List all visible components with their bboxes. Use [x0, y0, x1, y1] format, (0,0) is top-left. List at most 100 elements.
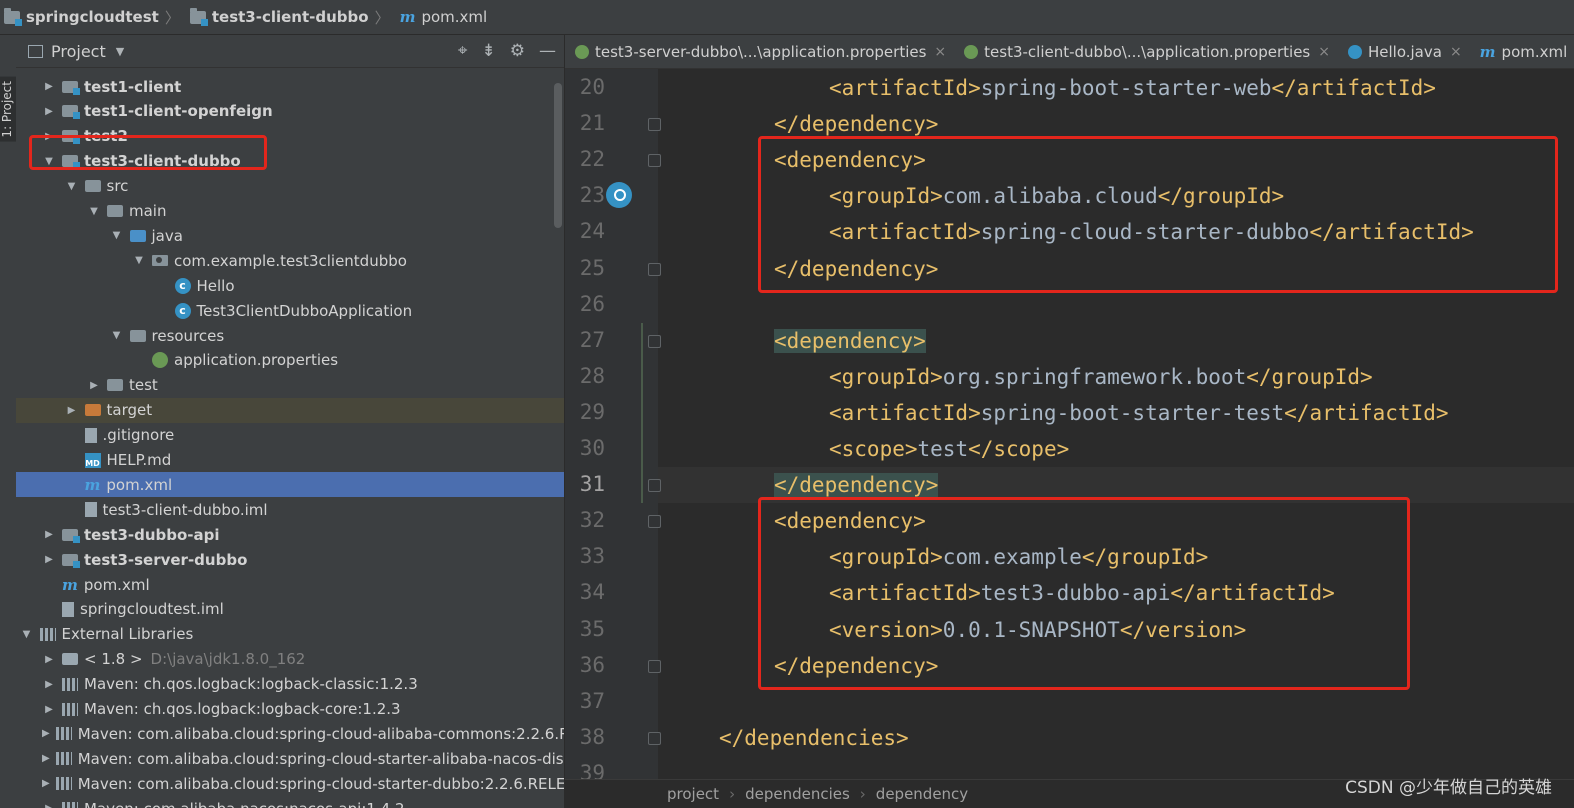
- tree-item[interactable]: ▶ Maven: com.alibaba.cloud:spring-cloud-a…: [16, 721, 564, 746]
- tree-item[interactable]: ▼ External Libraries: [16, 622, 564, 647]
- fold-marker-icon[interactable]: [648, 515, 661, 529]
- tree-item[interactable]: ▶ test1-client-openfeign: [16, 99, 564, 124]
- tree-item[interactable]: ▶ test: [16, 373, 564, 398]
- collapsed-arrow-icon[interactable]: ▶: [42, 704, 56, 715]
- breadcrumb-item-project[interactable]: springcloudtest 〉: [0, 7, 186, 28]
- tree-item[interactable]: m pom.xml: [16, 572, 564, 597]
- tree-item-label: main: [129, 202, 167, 220]
- collapsed-arrow-icon[interactable]: ▶: [42, 803, 56, 808]
- chevron-right-icon: 〉: [164, 8, 180, 27]
- close-icon[interactable]: ×: [1450, 44, 1462, 60]
- expanded-arrow-icon[interactable]: ▼: [65, 181, 79, 192]
- tree-item[interactable]: springcloudtest.iml: [16, 597, 564, 622]
- library-icon: [39, 627, 56, 641]
- tree-item[interactable]: ▶ Maven: ch.qos.logback:logback-core:1.2.…: [16, 697, 564, 722]
- collapsed-arrow-icon[interactable]: ▶: [42, 753, 50, 764]
- tree-item[interactable]: ▶ Maven: ch.qos.logback:logback-classic:1…: [16, 672, 564, 697]
- tree-item[interactable]: ▼ com.example.test3clientdubbo: [16, 248, 564, 273]
- editor-tab[interactable]: test3-client-dubbo\...\application.prope…: [954, 36, 1338, 68]
- tree-item[interactable]: ▶ target: [16, 397, 564, 423]
- collapsed-arrow-icon[interactable]: ▶: [42, 131, 56, 142]
- tree-item[interactable]: ▶ test3-dubbo-api: [16, 522, 564, 547]
- code-line: </dependency>: [774, 106, 938, 142]
- tree-item[interactable]: ▼ src: [16, 174, 564, 199]
- chevron-down-icon[interactable]: ▼: [116, 45, 124, 58]
- collapse-all-icon[interactable]: ⇟: [482, 41, 496, 61]
- locate-target-icon[interactable]: ⌖: [458, 41, 468, 61]
- java-folder-icon: [129, 229, 146, 242]
- project-view-selector[interactable]: Project: [51, 42, 106, 61]
- tree-item[interactable]: test3-client-dubbo.iml: [16, 497, 564, 522]
- expanded-arrow-icon[interactable]: ▼: [20, 629, 34, 640]
- fold-marker-icon[interactable]: [648, 334, 661, 348]
- tree-item-label: target: [106, 401, 153, 420]
- collapsed-arrow-icon[interactable]: ▶: [87, 380, 101, 391]
- code-editor[interactable]: 20 <artifactId>spring-boot-starter-web</a…: [580, 69, 1574, 791]
- collapsed-arrow-icon[interactable]: ▶: [42, 778, 50, 789]
- line-number: 30: [579, 436, 605, 460]
- tree-item[interactable]: ▼ main: [16, 199, 564, 224]
- collapsed-arrow-icon[interactable]: ▶: [42, 529, 56, 540]
- fold-marker-icon[interactable]: [648, 659, 661, 673]
- collapsed-arrow-icon[interactable]: ▶: [42, 106, 56, 117]
- tree-item[interactable]: c Test3ClientDubboApplication: [16, 298, 564, 323]
- fold-marker-icon[interactable]: [648, 118, 661, 132]
- collapsed-arrow-icon[interactable]: ▶: [42, 81, 56, 92]
- tree-item-label: test1-client: [84, 77, 182, 96]
- collapsed-arrow-icon[interactable]: ▶: [42, 728, 50, 739]
- tag-content: spring-cloud-starter-dubbo: [980, 220, 1310, 245]
- expanded-arrow-icon[interactable]: ▼: [132, 255, 146, 266]
- breadcrumb-item-module[interactable]: test3-client-dubbo 〉: [186, 7, 396, 28]
- close-icon[interactable]: ×: [934, 44, 946, 60]
- project-tool-window: Project ▼ ⌖ ⇟ ⚙ — ▶ test1-client ▶ test1-cl…: [16, 35, 564, 808]
- expanded-arrow-icon[interactable]: ▼: [87, 206, 101, 217]
- fold-marker-icon[interactable]: [648, 479, 661, 493]
- collapsed-arrow-icon[interactable]: ▶: [65, 405, 79, 416]
- editor-tab[interactable]: m pom.xml: [1470, 36, 1574, 68]
- editor-tab[interactable]: Hello.java ×: [1338, 36, 1470, 68]
- fold-marker-icon[interactable]: [648, 154, 661, 168]
- code-line: <artifactId>spring-boot-starter-test</ar…: [829, 395, 1449, 431]
- tree-item[interactable]: ▼ java: [16, 223, 564, 248]
- tree-item[interactable]: ▶ < 1.8 > D:\java\jdk1.8.0_162: [16, 647, 564, 672]
- collapsed-arrow-icon[interactable]: ▶: [42, 654, 56, 665]
- minimize-icon[interactable]: —: [539, 41, 556, 61]
- xml-crumb-dependency[interactable]: dependency: [876, 785, 968, 803]
- tree-item[interactable]: MD HELP.md: [16, 448, 564, 473]
- module-folder-icon: [62, 130, 80, 145]
- expanded-arrow-icon[interactable]: ▼: [42, 156, 56, 167]
- tree-item[interactable]: m pom.xml: [16, 472, 564, 498]
- vertical-scrollbar[interactable]: [554, 83, 562, 228]
- tree-item[interactable]: c Hello: [16, 273, 564, 298]
- expanded-arrow-icon[interactable]: ▼: [110, 330, 124, 341]
- tree-item[interactable]: ▼ test3-client-dubbo: [16, 149, 564, 174]
- collapsed-arrow-icon[interactable]: ▶: [42, 679, 56, 690]
- tree-item[interactable]: ▶ test1-client: [16, 74, 564, 99]
- tree-item[interactable]: ▶ Maven: com.alibaba.cloud:spring-cloud-s…: [16, 771, 564, 796]
- chevron-right-icon: ›: [859, 785, 866, 803]
- xml-crumb-project[interactable]: project: [667, 785, 719, 803]
- tree-item[interactable]: ▼ resources: [16, 323, 564, 348]
- project-tool-window-button[interactable]: 1: Project: [0, 77, 16, 142]
- tree-item[interactable]: application.properties: [16, 348, 564, 373]
- tree-item[interactable]: ▶ Maven: com.alibaba.cloud:spring-cloud-s…: [16, 746, 564, 771]
- xml-crumb-dependencies[interactable]: dependencies: [745, 785, 850, 803]
- tree-item[interactable]: ▶ test2: [16, 124, 564, 149]
- chevron-right-icon: 〉: [374, 8, 390, 27]
- close-icon[interactable]: ×: [1318, 44, 1330, 60]
- collapsed-arrow-icon[interactable]: ▶: [42, 554, 56, 565]
- fold-marker-icon[interactable]: [648, 731, 661, 745]
- tree-item-label: Maven: ch.qos.logback:logback-classic:1.…: [84, 675, 418, 694]
- breadcrumb-item-file[interactable]: m pom.xml: [396, 8, 494, 26]
- expanded-arrow-icon[interactable]: ▼: [110, 230, 124, 241]
- vcs-change-marker[interactable]: [641, 322, 643, 504]
- tree-item[interactable]: .gitignore: [16, 423, 564, 448]
- tree-item[interactable]: ▶ test3-server-dubbo: [16, 547, 564, 572]
- tag-content: test3-dubbo-api: [980, 581, 1171, 606]
- gear-icon[interactable]: ⚙: [510, 41, 525, 61]
- maven-lib-icon: [55, 727, 72, 741]
- tree-item[interactable]: ▶ Maven: com.alibaba.nacos:nacos-api:1.4.…: [16, 796, 564, 808]
- implemented-by-icon[interactable]: [606, 182, 632, 208]
- fold-marker-icon[interactable]: [648, 262, 661, 276]
- editor-tab[interactable]: test3-server-dubbo\...\application.prope…: [565, 36, 954, 68]
